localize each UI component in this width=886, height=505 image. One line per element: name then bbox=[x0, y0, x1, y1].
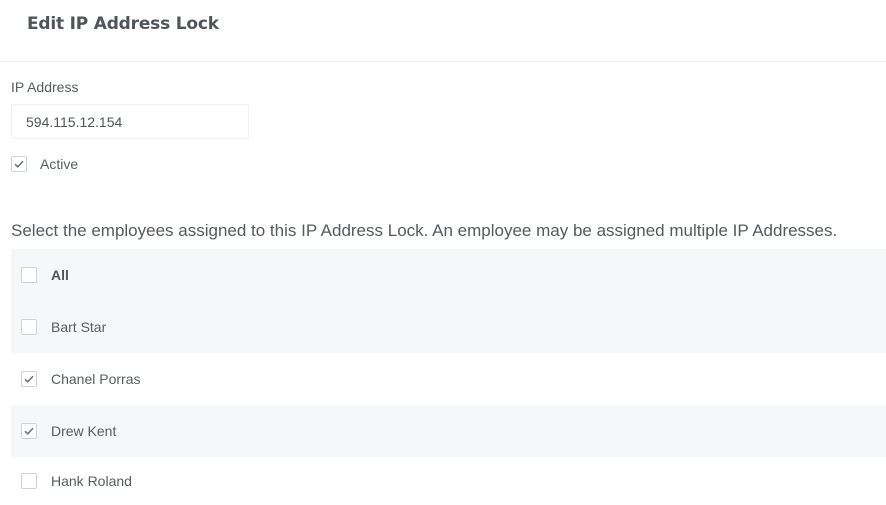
employee-instructions: Select the employees assigned to this IP… bbox=[11, 221, 838, 240]
dialog-header: Edit IP Address Lock bbox=[0, 0, 886, 62]
ip-address-input[interactable] bbox=[11, 104, 249, 139]
employee-checkbox[interactable] bbox=[21, 319, 37, 335]
active-label: Active bbox=[40, 156, 79, 172]
employee-checkbox[interactable] bbox=[21, 473, 37, 489]
select-all-label: All bbox=[51, 267, 69, 283]
active-checkbox-row[interactable]: Active bbox=[11, 156, 78, 172]
employee-name: Chanel Porras bbox=[51, 371, 141, 387]
employee-checkbox[interactable] bbox=[21, 371, 37, 387]
employee-row[interactable]: Bart Star bbox=[11, 301, 886, 353]
select-all-checkbox[interactable] bbox=[21, 267, 37, 283]
employee-row[interactable]: Drew Kent bbox=[11, 405, 886, 457]
active-checkbox[interactable] bbox=[11, 156, 27, 172]
page-title: Edit IP Address Lock bbox=[27, 14, 219, 34]
employee-list: All Bart Star Chanel Porras Drew Kent Ha… bbox=[11, 249, 886, 505]
employee-row-all[interactable]: All bbox=[11, 249, 886, 301]
ip-address-label: IP Address bbox=[11, 79, 79, 95]
employee-name: Hank Roland bbox=[51, 473, 132, 489]
checkmark-icon bbox=[14, 160, 24, 168]
employee-row[interactable]: Chanel Porras bbox=[11, 353, 886, 405]
employee-row[interactable]: Hank Roland bbox=[11, 457, 886, 505]
checkmark-icon bbox=[24, 375, 34, 383]
employee-checkbox[interactable] bbox=[21, 423, 37, 439]
checkmark-icon bbox=[24, 427, 34, 435]
employee-name: Drew Kent bbox=[51, 423, 117, 439]
employee-name: Bart Star bbox=[51, 319, 107, 335]
